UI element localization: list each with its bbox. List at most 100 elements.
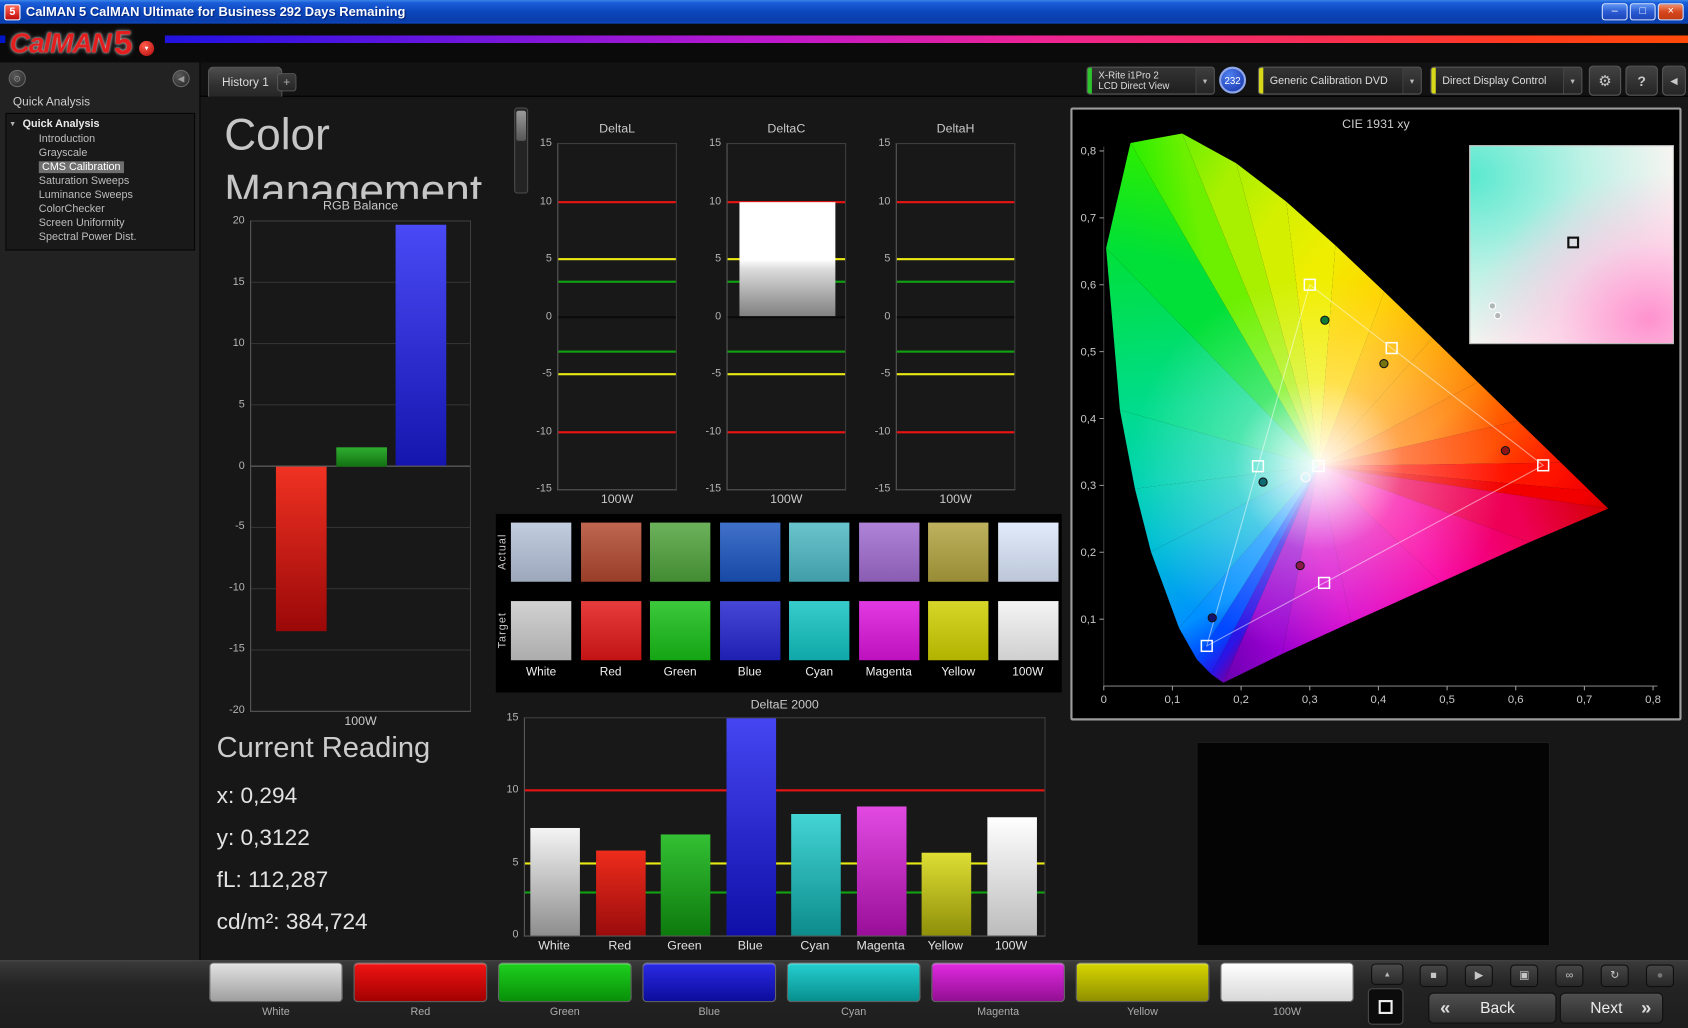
chevron-down-icon[interactable]: ▾ xyxy=(1562,67,1582,94)
sidebar-options-button[interactable]: ⊙ xyxy=(8,69,26,88)
minimize-button[interactable]: – xyxy=(1601,3,1628,21)
pattern-source-selector[interactable]: Generic Calibration DVD ▾ xyxy=(1257,66,1422,95)
blue-bar xyxy=(395,225,447,467)
logo-text: CalMAN xyxy=(9,26,112,59)
sidebar-item-luminance-sweeps[interactable]: Luminance Sweeps xyxy=(6,188,194,202)
pattern-button-magenta[interactable]: Magenta xyxy=(931,962,1065,1024)
deltae-category-white: White xyxy=(538,939,570,953)
current-reading-heading: Current Reading xyxy=(216,731,431,764)
deltae-category-yellow: Yellow xyxy=(927,939,964,953)
deltae-category-green: Green xyxy=(667,939,702,953)
pattern-window-button[interactable]: ▣ xyxy=(1510,964,1539,988)
svg-text:0,2: 0,2 xyxy=(1233,694,1249,706)
continuous-read-button[interactable]: ∞ xyxy=(1555,964,1584,988)
pattern-label: Cyan xyxy=(841,1006,867,1019)
sidebar-item-colorchecker[interactable]: ColorChecker xyxy=(6,202,194,216)
settings-button[interactable]: ⚙ xyxy=(1588,65,1622,96)
pattern-button-blue[interactable]: Blue xyxy=(642,962,777,1024)
pattern-button-yellow[interactable]: Yellow xyxy=(1075,962,1210,1024)
y-axis-tick-label: 10 xyxy=(878,195,891,207)
y-axis-tick-label: 5 xyxy=(512,856,519,869)
deltae-category-red: Red xyxy=(608,939,632,953)
meter-selector[interactable]: X-Rite i1Pro 2 LCD Direct View ▾ xyxy=(1086,66,1215,95)
tree-root-quick-analysis[interactable]: ▾ Quick Analysis xyxy=(6,116,194,132)
page-title: Color Management xyxy=(224,109,483,199)
measured-marker-yellow xyxy=(1379,359,1389,369)
sidebar-item-spectral-power-dist[interactable]: Spectral Power Dist. xyxy=(6,230,194,244)
pattern-button-red[interactable]: Red xyxy=(353,962,488,1024)
pattern-button-white[interactable]: White xyxy=(209,962,343,1024)
y-axis-tick-label: -15 xyxy=(874,482,891,495)
maximize-button[interactable]: □ xyxy=(1629,3,1656,21)
pattern-swatch xyxy=(1220,962,1354,1003)
transport-up-button[interactable]: ▲ xyxy=(1371,963,1404,985)
sidebar-item-saturation-sweeps[interactable]: Saturation Sweeps xyxy=(6,174,194,188)
chevron-down-icon[interactable]: ▾ xyxy=(1195,67,1214,94)
pattern-button-100w[interactable]: 100W xyxy=(1220,962,1354,1024)
help-button[interactable]: ? xyxy=(1625,65,1658,96)
reference-line xyxy=(727,373,846,376)
record-button[interactable]: ● xyxy=(1645,964,1674,988)
sidebar-item-grayscale[interactable]: Grayscale xyxy=(6,146,194,160)
sidebar-item-label: Introduction xyxy=(38,133,96,146)
meter-count-badge[interactable]: 232 xyxy=(1219,66,1247,94)
help-icon: ? xyxy=(1637,72,1646,89)
inset-measured-marker xyxy=(1488,301,1497,310)
svg-text:0,5: 0,5 xyxy=(1080,346,1096,358)
sidebar-header: Quick Analysis xyxy=(12,95,91,109)
deltae-title: DeltaE 2000 xyxy=(750,698,819,712)
deltal-xlabel: 100W xyxy=(600,493,634,507)
deltae-category-labels: White Red Green Blue Cyan Magenta Yellow 100W xyxy=(524,940,1046,957)
cyan-bar xyxy=(791,813,841,936)
add-tab-button[interactable]: + xyxy=(277,73,297,92)
sidebar-item-screen-uniformity[interactable]: Screen Uniformity xyxy=(6,216,194,230)
target-swatch-yellow xyxy=(928,601,989,661)
display-control-selector[interactable]: Direct Display Control ▾ xyxy=(1430,66,1583,95)
play-button[interactable]: ▶ xyxy=(1464,964,1493,988)
logo-dropdown-button[interactable]: ▾ xyxy=(138,40,155,56)
sidebar-item-label: ColorChecker xyxy=(38,203,105,216)
pattern-button-cyan[interactable]: Cyan xyxy=(786,962,921,1024)
rgb-balance-title: RGB Balance xyxy=(322,200,399,213)
pattern-button-green[interactable]: Green xyxy=(497,962,632,1024)
y-axis-tick-label: -15 xyxy=(705,482,722,495)
measured-marker-white xyxy=(1300,471,1311,483)
y-axis-tick-label: -15 xyxy=(229,643,245,655)
reading-x: x: 0,294 xyxy=(216,783,298,809)
svg-text:0,1: 0,1 xyxy=(1165,694,1181,706)
panel-toggle-button[interactable]: ◀ xyxy=(1662,65,1686,96)
back-button[interactable]: « Back xyxy=(1428,992,1557,1024)
chevron-down-icon[interactable]: ▾ xyxy=(1402,67,1421,94)
next-button[interactable]: Next » xyxy=(1559,992,1664,1024)
pattern-label: 100W xyxy=(1272,1006,1302,1019)
display-control-text: Direct Display Control xyxy=(1442,74,1547,87)
sidebar-item-label: Spectral Power Dist. xyxy=(38,231,137,244)
sidebar-item-cms-calibration[interactable]: CMS Calibration xyxy=(6,160,194,174)
deltac-plot: -15 -10 -5 0 5 10 15 xyxy=(706,138,847,495)
tab-label: History 1 xyxy=(222,75,269,89)
cie-title: CIE 1931 xy xyxy=(1342,118,1410,132)
deltah-xlabel: 100W xyxy=(939,493,972,507)
gear-icon: ⚙ xyxy=(1598,71,1612,89)
current-reading: Current Reading x: 0,294 y: 0,3122 fL: 1… xyxy=(217,731,431,943)
reference-line xyxy=(727,350,846,353)
y-axis-tick-label: 0 xyxy=(715,310,722,323)
y-axis-tick-label: 5 xyxy=(884,252,891,265)
stop-large-button[interactable] xyxy=(1367,988,1404,1025)
actual-swatch-green xyxy=(649,522,711,582)
actual-swatch-white xyxy=(510,522,572,582)
stop-button[interactable]: ■ xyxy=(1419,964,1448,988)
reading-cdm2: cd/m²: 384,724 xyxy=(216,909,368,935)
sidebar-item-label: Grayscale xyxy=(38,147,88,160)
svg-text:0,7: 0,7 xyxy=(1080,213,1096,225)
svg-text:0,1: 0,1 xyxy=(1080,614,1096,626)
tab-history-1[interactable]: History 1 xyxy=(208,66,283,97)
close-button[interactable]: × xyxy=(1657,3,1684,21)
swatch-column-label: Red xyxy=(599,665,622,679)
sidebar-item-introduction[interactable]: Introduction xyxy=(6,132,194,146)
svg-text:0,6: 0,6 xyxy=(1508,694,1524,706)
deltae-category-cyan: Cyan xyxy=(800,939,830,953)
loop-button[interactable]: ↻ xyxy=(1600,964,1629,988)
sidebar-collapse-button[interactable]: ◀ xyxy=(172,69,190,88)
y-axis-tick-label: 15 xyxy=(232,276,245,289)
